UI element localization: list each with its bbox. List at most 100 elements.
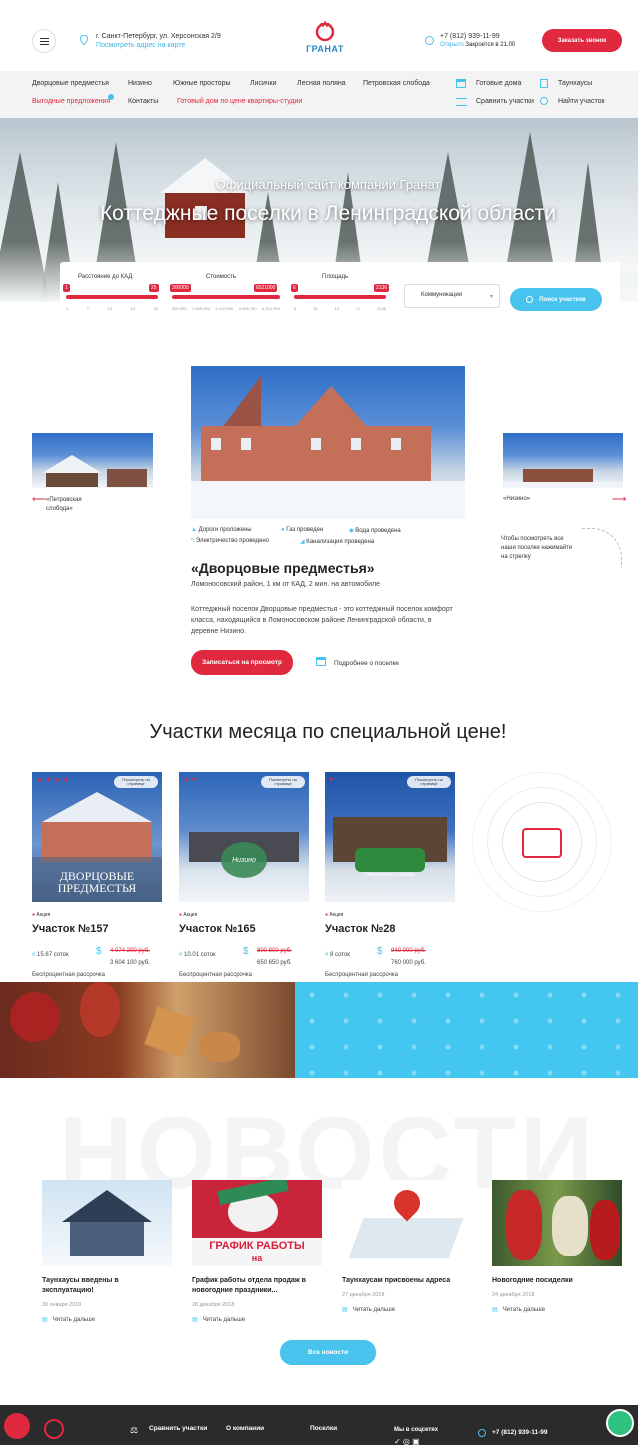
lot-card-157[interactable]: ДВОРЦОВЫЕ ПРЕДМЕСТЬЯ ▲ ▲ ▲ ▲ Посмотреть … [32,772,162,978]
nav-item-lisichki[interactable]: Лисички [250,80,277,87]
feature-electricity: ϟ Электричество проведено [191,538,270,544]
nav-promo-text[interactable]: Готовый дом по цене квартиры-студии [177,98,303,105]
news-banner-text: ГРАФИК РАБОТЫ [209,1240,305,1252]
doc-icon: ▤ [192,1317,198,1323]
nav-item-petrovskaya[interactable]: Петровская слобода [363,80,430,87]
old-price: 4 074 200 руб. [110,948,150,954]
area-ticks: 6 10 14 17 2136 [294,306,386,311]
search-icon [540,97,548,105]
read-more-link[interactable]: ▤ Читать дальше [192,1316,322,1323]
village-prev-label[interactable]: «Петровская слобода» [46,496,106,514]
promo-badge: ● Акция [325,912,344,918]
address-text: г. Санкт-Петербург, ул. Херсонская 2/9 [96,33,221,40]
nav-item-yuzhnye[interactable]: Южные просторы [173,80,231,87]
news-date: 24 декабря 2018 [492,1292,535,1298]
dollar-icon: $ [96,946,102,957]
area-icon: # [325,952,329,958]
nav-right-find-lot[interactable]: Найти участок [558,98,605,105]
phone-icon [425,36,434,45]
lot-image: Петровская слобода ● Посмотреть на стран… [325,772,455,902]
arrow-right-icon[interactable]: ⟶ [612,495,626,505]
lot-card-28[interactable]: Петровская слобода ● Посмотреть на стран… [325,772,455,978]
next-lots-button[interactable] [472,772,612,912]
news-title[interactable]: Таунхаусы введены в эксплуатацию! [42,1276,172,1296]
footer-villages-link[interactable]: Поселки [310,1425,337,1432]
read-more-link[interactable]: ▤ Читать дальше [42,1316,172,1323]
communications-select[interactable]: Коммуникации ▾ [404,284,500,308]
lot-title: Участок №28 [325,923,396,935]
village-prev-image[interactable] [32,433,153,488]
promo-badge: ● Акция [32,912,51,918]
read-more-link[interactable]: ▤ Читать дальше [492,1306,622,1313]
nav-right-compare[interactable]: Сравнить участки [476,98,534,105]
nav-right-townhouses[interactable]: Таунхаусы [558,80,592,87]
compare-toggle[interactable]: Посмотреть на странице [261,776,305,788]
more-about-link[interactable]: Подробнее о поселке [334,660,399,667]
nav-item-dvortsovye[interactable]: Дворцовые предместья [32,80,109,87]
feature-gas: ● Газ проведен [281,527,324,533]
search-lots-button[interactable]: Поиск участков [510,288,602,311]
news-title[interactable]: Таунхаусам присвоены адреса [342,1276,472,1286]
all-news-button[interactable]: Все новости [280,1340,376,1365]
footer-phone[interactable]: +7 (812) 939-11-99 [492,1429,547,1436]
compare-toggle[interactable]: Посмотреть на странице [407,776,451,788]
footer-social-icons[interactable]: ✓ ◎ ▣ [394,1437,420,1445]
villages-hint: Чтобы посмотреть все наши поселки нажима… [501,536,573,560]
price-min: 300000 [170,284,191,292]
search-filter: Расстояние до КАД 1 25 1 7 13 19 25 Стоимост… [60,262,620,316]
price-slider[interactable] [172,295,280,299]
village-title: «Дворцовые предместья» [191,560,375,576]
lot-title: Участок №157 [32,923,109,935]
news-card-townhouses[interactable]: Таунхаусы введены в эксплуатацию! 30 янв… [42,1180,172,1323]
footer-about-link[interactable]: О компании [226,1425,264,1432]
logo[interactable]: ГРАНАТ [300,18,350,62]
curved-arrow-icon [582,528,622,568]
news-card-addresses[interactable]: Таунхаусам присвоены адреса 27 декабря 2… [342,1180,472,1313]
snowflake-pattern-banner [295,982,638,1078]
news-title[interactable]: График работы отдела продаж в новогодние… [192,1276,322,1296]
area-slider[interactable] [294,295,386,299]
news-image: ГРАФИК РАБОТЫ на [192,1180,322,1266]
water-icon: ◆ [349,528,354,534]
hero-title: Коттеджные поселки в Ленинградской облас… [99,202,557,225]
news-image [492,1180,622,1266]
footer-logo[interactable] [44,1419,64,1439]
nav-item-offers[interactable]: Выгодные предложения [32,98,110,105]
chat-widget-icon[interactable] [606,1409,634,1437]
lot-card-165[interactable]: Низино ▲ ● Посмотреть на странице ● Акци… [179,772,309,978]
call-button[interactable]: Заказать звонок [542,29,622,52]
news-title[interactable]: Новогодние посиделки [492,1276,622,1286]
logo-text: ГРАНАТ [306,44,344,54]
news-card-schedule[interactable]: ГРАФИК РАБОТЫ на График работы отдела пр… [192,1180,322,1323]
road-icon: ▲ [191,527,197,533]
price-ticks: 300 000 1 855 250 3 410 500 4 965 750 6 521 … [172,306,280,311]
footer-compare-link[interactable]: Сравнить участки [149,1425,207,1432]
lot-marker-icons: ▲ ● [183,776,197,783]
chevron-down-icon: ▾ [489,294,493,300]
phone-number[interactable]: +7 (812) 939-11-99 [440,33,500,40]
lot-overlay-text: Петровская слобода [365,872,415,878]
menu-button[interactable] [32,29,56,53]
new-badge-icon [108,94,114,100]
compare-toggle[interactable]: Посмотреть на странице [114,776,158,788]
nav-item-nizino[interactable]: Низино [128,80,152,87]
gas-icon: ● [281,527,285,533]
signup-button[interactable]: Записаться на просмотр [191,650,293,675]
map-link[interactable]: Посмотреть адрес на карте [96,42,185,49]
festive-banner-image [0,982,295,1078]
arrow-left-icon[interactable]: ⟵ [32,495,46,505]
feature-water: ◆ Вода проведена [349,528,401,534]
open-status: Открыто [440,42,464,48]
village-next-label[interactable]: «Низино» [503,496,530,502]
nav-item-contacts[interactable]: Контакты [128,98,158,105]
village-next-image[interactable] [503,433,623,488]
footer-home-icon[interactable] [4,1413,30,1439]
read-more-link[interactable]: ▤ Читать дальше [342,1306,472,1313]
dollar-icon: $ [243,946,249,957]
nav-item-lesnaya[interactable]: Лесная поляна [297,80,346,87]
distance-slider[interactable] [66,295,158,299]
old-price: 940 000 руб. [391,948,426,954]
installment-text: Беспроцентная рассрочка [179,972,252,978]
nav-right-ready-homes[interactable]: Готовые дома [476,80,521,87]
news-card-party[interactable]: Новогодние посиделки 24 декабря 2018 ▤ Ч… [492,1180,622,1313]
